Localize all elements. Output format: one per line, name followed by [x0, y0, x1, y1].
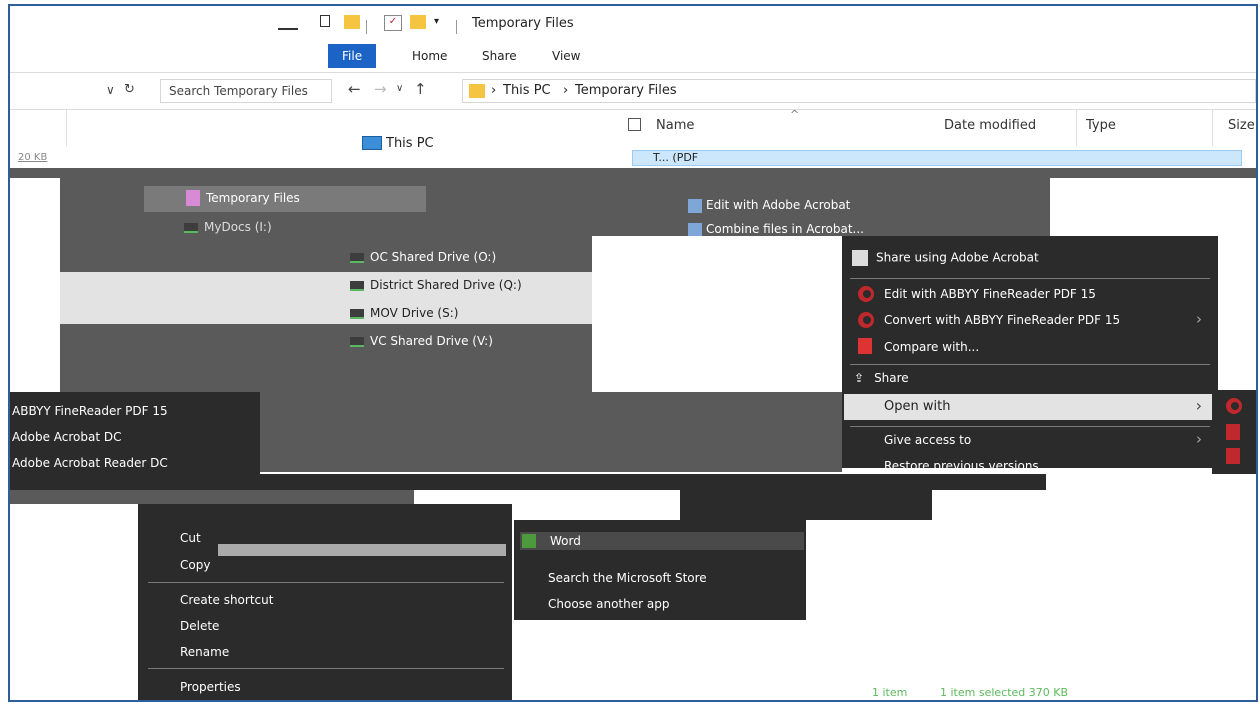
- tab-view[interactable]: View: [538, 44, 594, 68]
- menu-properties[interactable]: Properties: [180, 680, 241, 694]
- breadcrumb-this-pc[interactable]: This PC: [503, 83, 551, 98]
- open-with-finereader[interactable]: ABBYY FineReader PDF 15: [12, 404, 168, 418]
- menu-word[interactable]: Word: [520, 532, 804, 550]
- menu-give-access[interactable]: Give access to: [884, 433, 971, 447]
- acrobat-edit-icon: [688, 198, 702, 213]
- submenu-chevron-icon: ›: [1196, 310, 1202, 328]
- share-icon: ⇪: [854, 371, 865, 385]
- drive-icon: [184, 222, 198, 233]
- menu-copy[interactable]: Copy: [180, 558, 210, 572]
- tab-home[interactable]: Home: [398, 44, 461, 68]
- menu-share[interactable]: ⇪ Share: [854, 371, 909, 385]
- breadcrumb-temporary-files[interactable]: Temporary Files: [575, 83, 677, 98]
- menu-convert-finereader[interactable]: Convert with ABBYY FineReader PDF 15: [884, 313, 1120, 327]
- open-with-acrobat[interactable]: Adobe Acrobat DC: [12, 430, 122, 444]
- menu-cut[interactable]: Cut: [180, 531, 201, 545]
- menu-compare[interactable]: Compare with...: [884, 340, 979, 354]
- title-bar: ✓ ▾ Temporary Files: [10, 6, 1256, 42]
- status-selection: 1 item selected 370 KB: [940, 686, 1069, 699]
- menu-create-shortcut[interactable]: Create shortcut: [180, 593, 273, 607]
- drive-mov[interactable]: MOV Drive (S:): [350, 306, 458, 320]
- folder-icon: [469, 84, 485, 98]
- menu-rename[interactable]: Rename: [180, 645, 229, 659]
- acrobat-combine-icon: [688, 222, 702, 236]
- new-folder-icon[interactable]: [410, 15, 426, 29]
- address-row: ∨ ↻ Search Temporary Files ← → ∨ ↑ › Thi…: [10, 72, 1256, 110]
- combine-in-acrobat[interactable]: Combine files in Acrobat...: [688, 222, 864, 236]
- this-pc-icon: [362, 136, 382, 150]
- submenu-chevron-icon: ›: [1195, 396, 1202, 415]
- recent-dropdown-icon[interactable]: ∨: [396, 83, 403, 94]
- finereader-icon: [858, 286, 874, 302]
- breadcrumb-separator: ›: [563, 83, 569, 98]
- selected-file-row[interactable]: T... (PDF: [632, 150, 1242, 166]
- glitch-bar: [218, 544, 506, 556]
- refresh-icon[interactable]: ↻: [124, 82, 135, 97]
- history-dropdown-icon[interactable]: ∨: [106, 83, 115, 97]
- select-all-checkbox[interactable]: [628, 118, 641, 131]
- minimize-icon[interactable]: [278, 28, 298, 30]
- window-icon: [320, 15, 330, 27]
- size-text: 20 KB: [18, 152, 48, 163]
- nav-item-mydocs[interactable]: MyDocs (I:): [184, 220, 272, 234]
- acrobat-icon[interactable]: [1226, 424, 1240, 440]
- sort-up-icon: ^: [790, 108, 800, 121]
- window-title: Temporary Files: [472, 16, 574, 31]
- column-size[interactable]: Size: [1228, 118, 1255, 133]
- breadcrumb-separator: ›: [491, 83, 497, 98]
- menu-choose-app[interactable]: Choose another app: [548, 597, 669, 611]
- folder-icon: [186, 190, 200, 206]
- glitch-strip: [10, 474, 1046, 490]
- back-icon[interactable]: ←: [348, 80, 361, 98]
- nav-this-pc[interactable]: This PC: [386, 136, 434, 151]
- drive-oc-shared[interactable]: OC Shared Drive (O:): [350, 250, 496, 264]
- word-icon: [522, 534, 536, 548]
- forward-icon[interactable]: →: [374, 80, 387, 98]
- column-date-modified[interactable]: Date modified: [944, 118, 1036, 133]
- folder-icon: [344, 15, 360, 29]
- glitch-strip-3: [680, 490, 932, 520]
- column-name[interactable]: Name: [656, 118, 694, 133]
- menu-search-store[interactable]: Search the Microsoft Store: [548, 571, 707, 585]
- tab-file[interactable]: File: [328, 44, 377, 68]
- glitch-area: [260, 392, 842, 472]
- acrobat-reader-icon[interactable]: [1226, 448, 1240, 464]
- properties-check-icon[interactable]: ✓: [384, 15, 402, 31]
- open-with-acrobat-reader[interactable]: Adobe Acrobat Reader DC: [12, 456, 168, 470]
- tab-share[interactable]: Share: [468, 44, 531, 68]
- edit-with-acrobat[interactable]: Edit with Adobe Acrobat: [688, 198, 850, 213]
- share-acrobat-icon: [852, 250, 868, 266]
- nav-item-temporary-files[interactable]: Temporary Files: [144, 186, 426, 212]
- submenu-chevron-icon: ›: [1196, 430, 1202, 448]
- finereader-icon: [858, 312, 874, 328]
- up-icon[interactable]: ↑: [414, 80, 427, 98]
- quick-access-dropdown-icon[interactable]: ▾: [434, 15, 450, 29]
- glitch-strip-2: [10, 490, 414, 504]
- menu-restore[interactable]: Restore previous versions: [884, 459, 1039, 473]
- menu-share-acrobat[interactable]: Share using Adobe Acrobat: [852, 250, 1039, 266]
- finereader-icon[interactable]: [1226, 398, 1242, 414]
- drive-vc-shared[interactable]: VC Shared Drive (V:): [350, 334, 493, 348]
- column-type[interactable]: Type: [1086, 118, 1116, 133]
- search-input[interactable]: Search Temporary Files: [160, 79, 332, 103]
- menu-open-with[interactable]: Open with ›: [844, 394, 1216, 420]
- menu-delete[interactable]: Delete: [180, 619, 219, 633]
- compare-icon: [858, 338, 872, 354]
- menu-edit-finereader[interactable]: Edit with ABBYY FineReader PDF 15: [884, 287, 1096, 301]
- drive-district-shared[interactable]: District Shared Drive (Q:): [350, 278, 522, 292]
- address-bar[interactable]: › This PC › Temporary Files: [462, 79, 1256, 103]
- status-item-count: 1 item: [872, 686, 908, 699]
